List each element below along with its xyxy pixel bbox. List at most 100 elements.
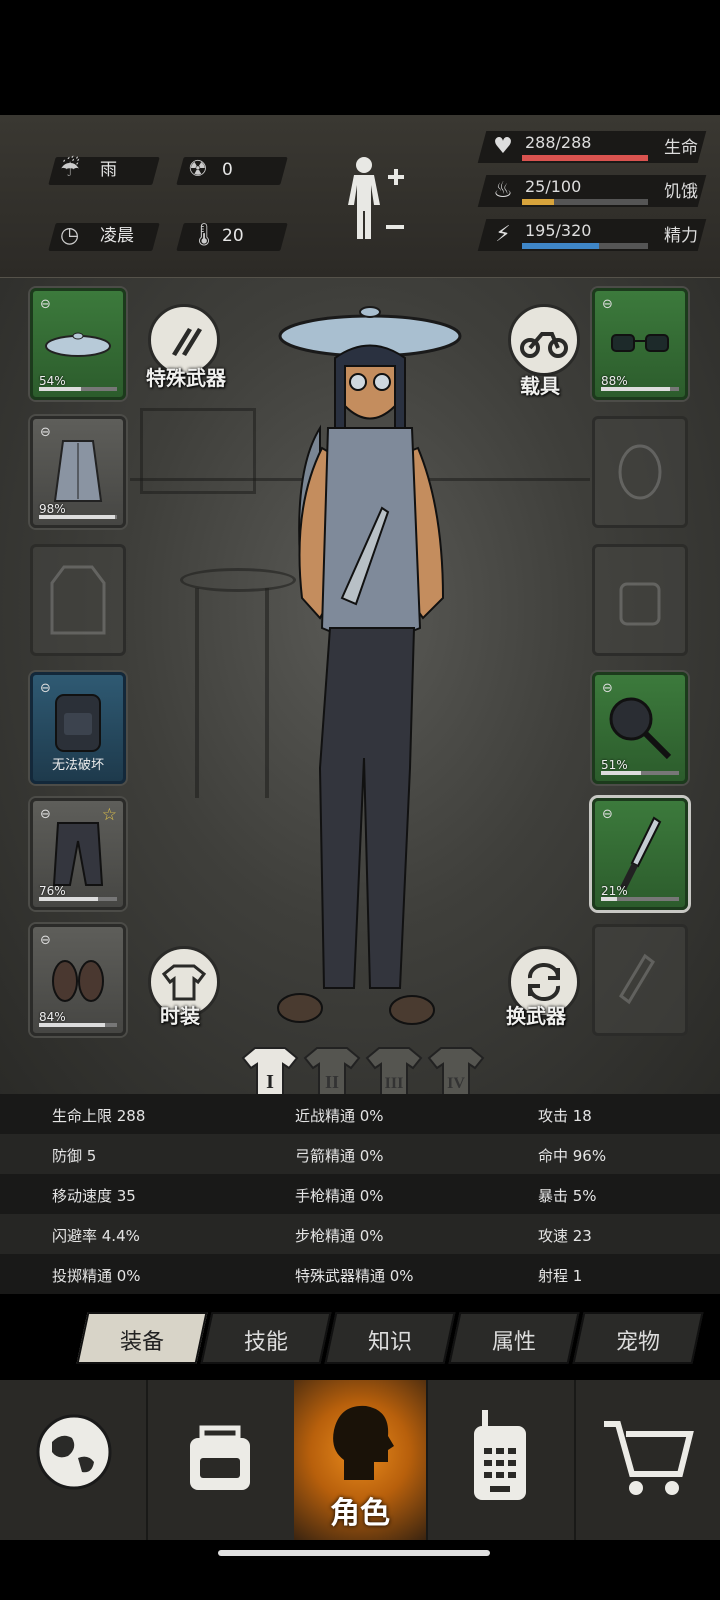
slot-frying-pan[interactable]: ⊖ 51% xyxy=(592,672,688,784)
durability-text: 21% xyxy=(601,884,628,898)
slot-head-pot-lid[interactable]: ⊖ 54% xyxy=(30,288,126,400)
stat-crit: 暴击 5% xyxy=(538,1187,597,1205)
vehicle-button[interactable] xyxy=(508,304,580,376)
durability-text: 51% xyxy=(601,758,628,772)
link-icon: ⊖ xyxy=(40,425,51,440)
category-tabs: 装备 技能 知识 属性 宠物 xyxy=(72,1312,712,1366)
slot-shoes[interactable]: ⊖ 84% xyxy=(30,924,126,1036)
slot-backpack[interactable]: ⊖ 无法破坏 xyxy=(30,672,126,784)
tshirt-icon xyxy=(162,964,206,1001)
nav-world-map[interactable] xyxy=(0,1380,146,1540)
durability-text: 54% xyxy=(39,374,66,388)
tab-equipment-label: 装备 xyxy=(119,1330,164,1355)
nav-radio[interactable] xyxy=(428,1380,574,1540)
energy-fill xyxy=(522,243,599,249)
stat-special-weapon: 特殊武器精通 0% xyxy=(295,1267,414,1285)
slot-coat[interactable] xyxy=(30,544,126,656)
temperature-value: 20 xyxy=(222,226,244,246)
heart-icon: ♥ xyxy=(493,134,513,159)
stat-archery: 弓箭精通 0% xyxy=(295,1147,384,1165)
stat-melee: 近战精通 0% xyxy=(295,1107,384,1125)
unbreakable-note: 无法破坏 xyxy=(51,758,104,773)
stat-rifle: 步枪精通 0% xyxy=(295,1227,384,1245)
tab-skills-label: 技能 xyxy=(243,1330,288,1355)
health-track xyxy=(522,155,648,161)
motorcycle-icon xyxy=(520,332,568,358)
stat-range: 射程 1 xyxy=(538,1267,583,1285)
special-weapon-icon xyxy=(172,328,202,356)
radio-icon xyxy=(474,1410,526,1500)
time-text: 凌晨 xyxy=(100,226,134,246)
pouch-icon xyxy=(619,582,661,626)
energy-value: 195/320 xyxy=(525,221,592,240)
durability-bar xyxy=(39,387,117,391)
link-icon: ⊖ xyxy=(602,297,613,312)
durability-fill xyxy=(601,771,641,775)
slot-knife[interactable]: ⊖ 21% xyxy=(592,798,688,910)
energy-track xyxy=(522,243,648,249)
stat-row: 移动速度 35 手枪精通 0% 暴击 5% xyxy=(0,1174,720,1214)
outfit-tab-4[interactable]: IV xyxy=(427,1044,485,1100)
stat-max-hp: 生命上限 288 xyxy=(52,1107,146,1125)
outfit-tab-1[interactable]: I xyxy=(241,1044,299,1100)
durability-fill xyxy=(39,1023,105,1027)
bottle-icon xyxy=(619,953,655,1005)
slot-pants[interactable]: ⊖ ☆ 76% xyxy=(30,798,126,910)
energy-label: 精力 xyxy=(664,226,698,246)
tab-pets-label: 宠物 xyxy=(615,1330,660,1355)
durability-fill xyxy=(39,387,82,391)
durability-bar xyxy=(601,771,679,775)
vehicle-label: 载具 xyxy=(520,374,560,398)
slot-pouch[interactable] xyxy=(592,544,688,656)
nav-character[interactable]: 角色 xyxy=(294,1380,426,1540)
durability-text: 84% xyxy=(39,1010,66,1024)
stat-move-speed: 移动速度 35 xyxy=(52,1187,136,1205)
stomach-icon: ♨ xyxy=(493,178,513,203)
nav-shop[interactable] xyxy=(576,1380,720,1540)
backpack-icon xyxy=(55,693,101,752)
durability-fill xyxy=(601,897,618,901)
nav-character-label: 角色 xyxy=(330,1496,390,1531)
slot-mask[interactable] xyxy=(592,416,688,528)
backpack-icon xyxy=(190,1425,250,1490)
slot-shirt[interactable]: ⊖ 98% xyxy=(30,416,126,528)
outfit-tab-2[interactable]: II xyxy=(303,1044,361,1100)
outfit-tab-3-label: III xyxy=(385,1075,404,1092)
home-indicator[interactable] xyxy=(218,1550,490,1556)
coat-icon xyxy=(50,565,106,635)
stat-throwing: 投掷精通 0% xyxy=(52,1267,141,1285)
weather-text: 雨 xyxy=(100,160,117,180)
vest-shirt-icon xyxy=(53,440,103,502)
hunger-label: 饥饿 xyxy=(664,182,698,202)
body-status-button[interactable] xyxy=(340,153,410,253)
swap-weapon-label: 换武器 xyxy=(506,1004,566,1028)
bottom-nav: 角色 xyxy=(0,1380,720,1540)
radiation-icon: ☢ xyxy=(188,157,208,182)
shop-cart-icon xyxy=(604,1421,694,1495)
stats-panel: 生命上限 288 近战精通 0% 攻击 18 防御 5 弓箭精通 0% 命中 9… xyxy=(0,1094,720,1294)
outfit-tab-3[interactable]: III xyxy=(365,1044,423,1100)
outfit-tab-2-label: II xyxy=(325,1072,339,1092)
link-icon: ⊖ xyxy=(40,933,51,948)
outfit-tab-4-label: IV xyxy=(447,1075,465,1092)
slot-glasses[interactable]: ⊖ 88% xyxy=(592,288,688,400)
glasses-icon xyxy=(611,334,669,352)
energy-icon: ⚡ xyxy=(495,222,511,247)
bg-stool-leg xyxy=(195,588,199,798)
special-weapon-label: 特殊武器 xyxy=(146,366,226,390)
stat-row: 投掷精通 0% 特殊武器精通 0% 射程 1 xyxy=(0,1254,720,1294)
link-icon: ⊖ xyxy=(40,297,51,312)
durability-bar xyxy=(601,897,679,901)
durability-fill xyxy=(39,897,99,901)
slot-throwable[interactable] xyxy=(592,924,688,1036)
stat-dodge: 闪避率 4.4% xyxy=(52,1227,140,1245)
swap-arrows-icon xyxy=(527,962,561,1002)
hunger-track xyxy=(522,199,648,205)
pants-icon xyxy=(52,822,104,886)
stat-row: 防御 5 弓箭精通 0% 命中 96% xyxy=(0,1134,720,1174)
durability-bar xyxy=(39,897,117,901)
tab-knowledge-label: 知识 xyxy=(367,1330,412,1355)
nav-inventory[interactable] xyxy=(148,1380,294,1540)
durability-bar xyxy=(39,1023,117,1027)
stat-attack: 攻击 18 xyxy=(538,1107,592,1125)
